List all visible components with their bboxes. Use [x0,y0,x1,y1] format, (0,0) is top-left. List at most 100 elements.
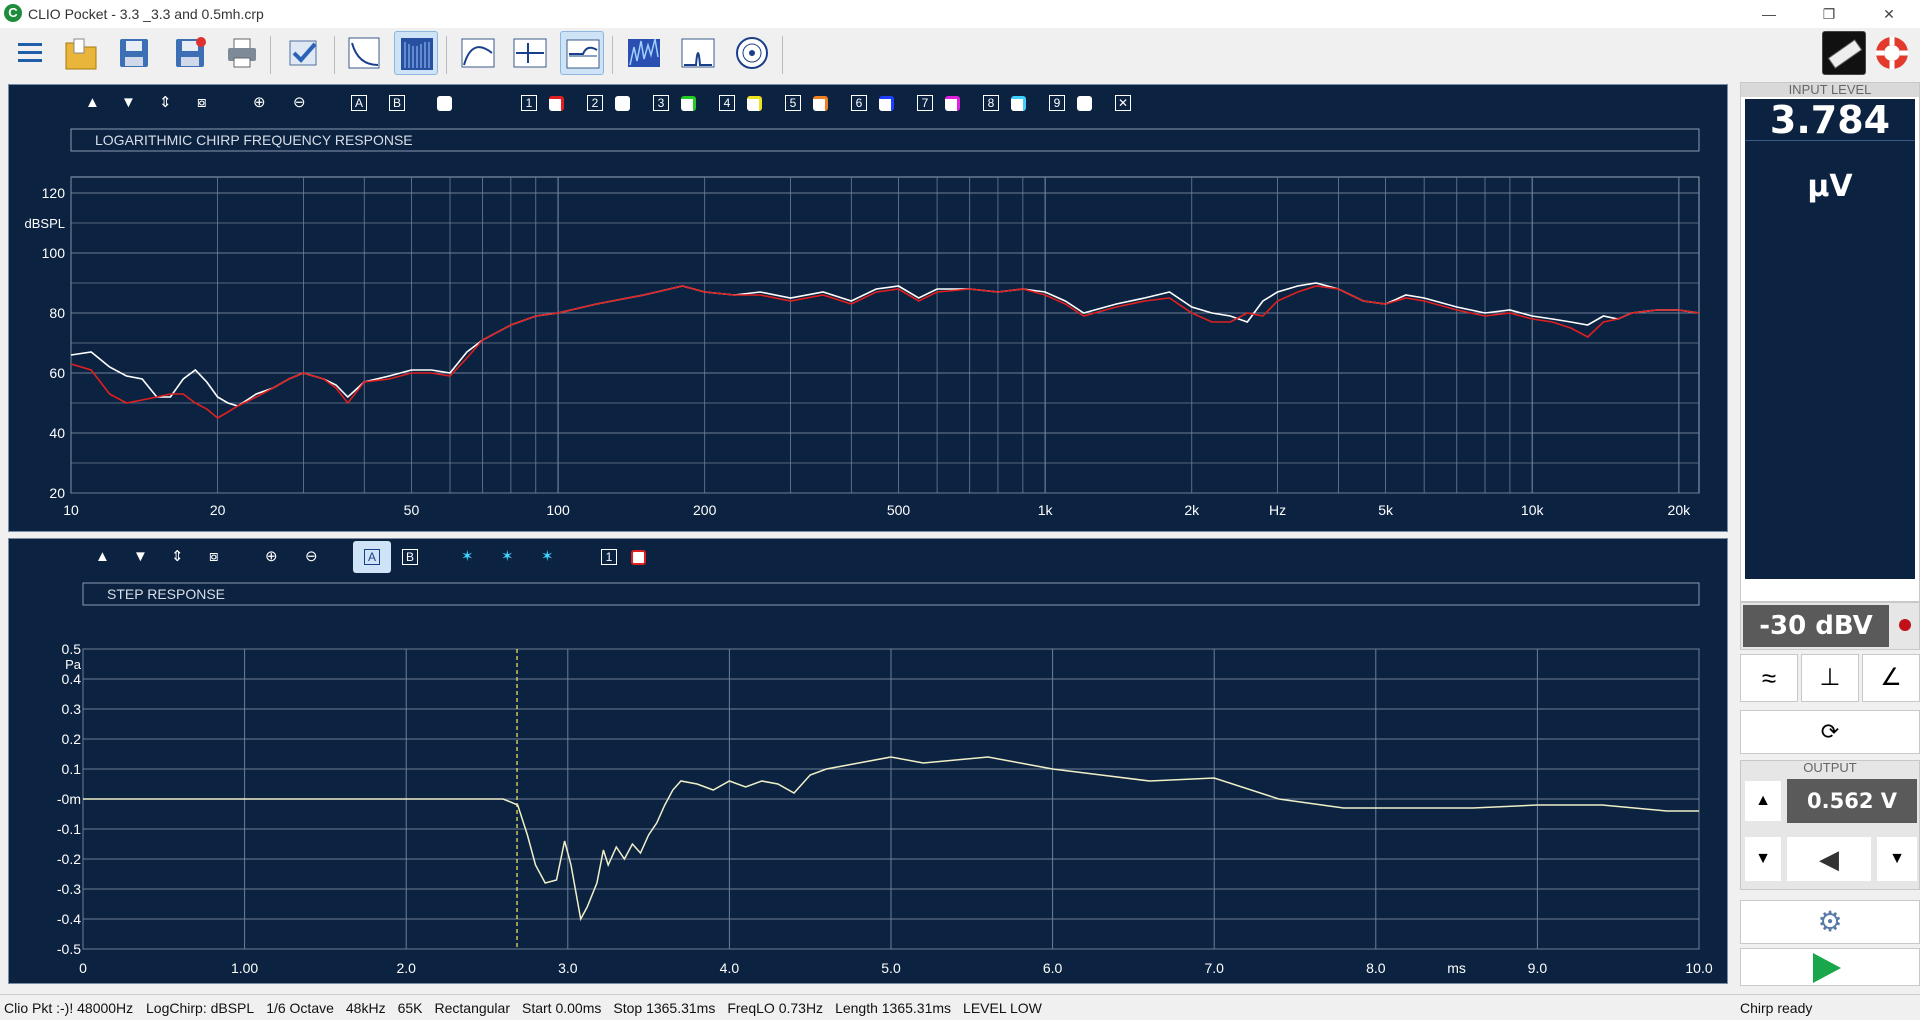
compress-icon[interactable]: ⧇ [197,93,207,113]
overlay-1-color[interactable] [549,96,564,111]
restore-button[interactable]: ❐ [1806,0,1852,28]
probe-button[interactable]: ∠ [1862,654,1920,702]
overlay-3-color[interactable] [681,96,696,111]
open-file-button[interactable] [58,31,102,75]
gear-icon: ⚙ [1817,906,1843,937]
scroll-down-icon[interactable]: ▼ [133,547,148,567]
loop-button[interactable]: ⟳ [1740,710,1920,754]
scroll-down-icon[interactable]: ▼ [121,93,136,113]
cursor-b-button[interactable]: B [389,95,405,111]
floppy-icon [120,39,148,67]
polar-button[interactable] [730,31,774,75]
compress-icon[interactable]: ⧇ [209,547,219,567]
overlay-9-button[interactable]: 9 [1049,95,1065,111]
overlay-9-color[interactable] [1077,96,1092,111]
overlay-5-color[interactable] [813,96,828,111]
waterfall-grid-icon [401,38,433,70]
step-button[interactable] [508,31,552,75]
main-trace-check-icon[interactable] [437,96,452,111]
status-item: LogChirp: dBSPL [146,1000,255,1016]
save-button[interactable] [112,31,156,75]
sinusoidal-button[interactable] [676,31,720,75]
y-tick-label: 0.2 [62,731,82,747]
y-tick-label: -0.5 [57,941,81,957]
scroll-up-icon[interactable]: ▲ [95,547,110,567]
zoom-out-icon[interactable]: ⊖ [293,93,306,113]
input-range-button[interactable]: -30 dBV [1743,605,1889,647]
print-button[interactable] [220,31,264,75]
status-item: FreqLO 0.73Hz [727,1000,824,1016]
minimize-button[interactable]: — [1746,0,1792,28]
overlay-5-button[interactable]: 5 [785,95,801,111]
x-tick-label: 9.0 [1528,960,1548,976]
trace-1 [70,282,1700,407]
zoom-in-icon[interactable]: ⊕ [253,93,266,113]
overlay-4-button[interactable]: 4 [719,95,735,111]
menu-button[interactable] [8,31,52,75]
x-tick-label: 7.0 [1204,960,1224,976]
output-up-button[interactable]: ▲ [1745,781,1781,821]
marker-right-icon[interactable]: ✶ [541,547,554,567]
x-tick-label: 3.0 [558,960,578,976]
cursor-a-button[interactable]: A [364,549,380,565]
clear-overlays-button[interactable]: ✕ [1115,95,1131,111]
zoom-in-icon[interactable]: ⊕ [265,547,278,567]
overlay-7-button[interactable]: 7 [917,95,933,111]
status-item: 48kHz [345,1000,386,1016]
chirp-waterfall-button[interactable] [394,31,438,75]
x-axis-unit: ms [1447,960,1466,976]
overlay-6-color[interactable] [879,96,894,111]
output-menu-button[interactable]: ▼ [1877,837,1917,881]
overlay-7-color[interactable] [945,96,960,111]
marker-left-icon[interactable]: ✶ [461,547,474,567]
speaker-icon[interactable]: ◀ [1787,837,1871,881]
x-tick-label: 10 [63,502,79,518]
x-tick-label: 0 [79,960,87,976]
filter-button[interactable]: ≈ [1740,654,1798,702]
check-button[interactable] [282,31,326,75]
overlay-1-button[interactable]: 1 [601,549,617,565]
overlay-1-color[interactable] [631,550,646,565]
y-tick-label: 100 [42,245,66,261]
polar-icon [736,37,768,69]
overlay-8-color[interactable] [1011,96,1026,111]
cursor-b-button[interactable]: B [402,549,418,565]
overlay-2-color[interactable] [615,96,630,111]
x-tick-label: 5k [1378,502,1394,518]
expand-icon[interactable]: ⇕ [171,547,184,567]
spectrogram-icon [628,38,660,67]
x-tick-label: 20k [1668,502,1692,518]
meter-button[interactable] [1822,31,1866,75]
play-icon [1813,953,1841,983]
title-bar: C CLIO Pocket - 3.3 _3.3 and 0.5mh.crp —… [0,0,1920,28]
overlay-2-button[interactable]: 2 [587,95,603,111]
close-window-button[interactable]: ✕ [1866,0,1912,28]
cursor-a-button[interactable]: A [351,95,367,111]
overlay-8-button[interactable]: 8 [983,95,999,111]
output-down-button[interactable]: ▼ [1745,837,1781,881]
step-response-button[interactable] [560,31,604,75]
chirp-freq-button[interactable] [342,31,386,75]
zoom-out-icon[interactable]: ⊖ [305,547,318,567]
trigger-button[interactable]: ⊥ [1801,654,1859,702]
overlay-4-color[interactable] [747,96,762,111]
fft-button[interactable] [456,31,500,75]
status-device: Clio Pkt :-)! 48000Hz [4,1000,134,1016]
overlay-6-button[interactable]: 6 [851,95,867,111]
main-toolbar [0,28,1920,82]
x-tick-label: 500 [887,502,911,518]
scroll-up-icon[interactable]: ▲ [85,93,100,113]
waterfall-button[interactable] [622,31,666,75]
overlay-1-button[interactable]: 1 [521,95,537,111]
expand-icon[interactable]: ⇕ [159,93,172,113]
save-as-button[interactable] [168,31,212,75]
chart-title: LOGARITHMIC CHIRP FREQUENCY RESPONSE [95,132,413,148]
marker-center-icon[interactable]: ✶ [501,547,514,567]
start-button[interactable] [1740,948,1920,986]
settings-button[interactable]: ⚙ [1740,900,1920,944]
help-button[interactable] [1870,31,1914,75]
overlay-3-button[interactable]: 3 [653,95,669,111]
y-tick-label: 40 [49,425,65,441]
status-message: Chirp ready [1740,1000,1813,1016]
impulse-icon [513,38,547,68]
